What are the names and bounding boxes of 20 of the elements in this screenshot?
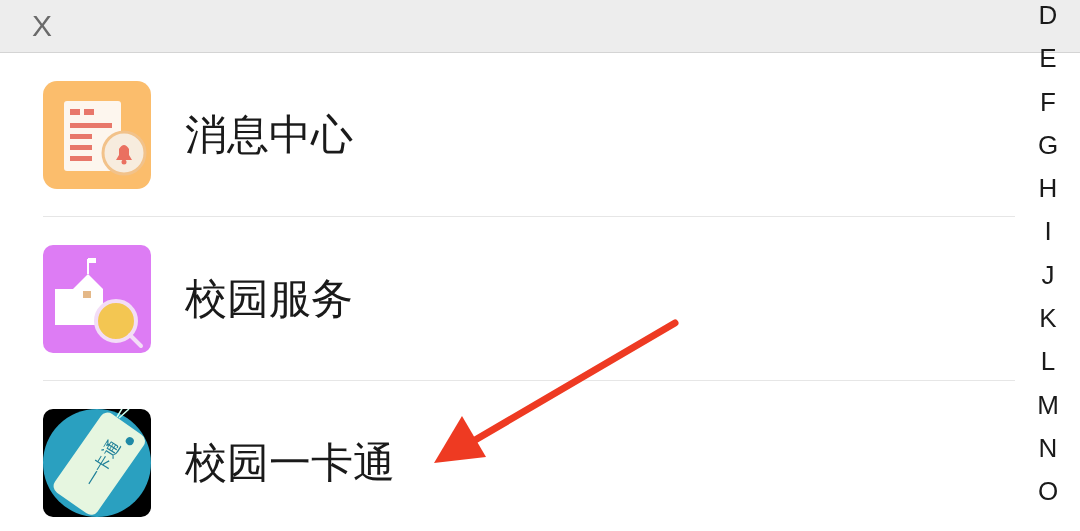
index-letter[interactable]: I xyxy=(1044,210,1052,254)
close-button[interactable]: X xyxy=(30,11,54,41)
index-letter[interactable]: D xyxy=(1038,0,1058,38)
index-letter[interactable]: N xyxy=(1038,426,1058,471)
document-bell-icon xyxy=(43,80,151,189)
index-letter[interactable]: F xyxy=(1040,80,1056,124)
index-letter[interactable]: G xyxy=(1037,123,1059,168)
index-letter[interactable]: E xyxy=(1039,37,1057,81)
index-letter[interactable]: H xyxy=(1038,167,1058,211)
item-label[interactable]: 消息中心 xyxy=(185,113,353,156)
item-label[interactable]: 校园服务 xyxy=(185,277,353,320)
card-label: 一卡通 xyxy=(81,437,124,490)
card-tag-icon xyxy=(43,409,151,517)
index-letter[interactable]: O xyxy=(1037,470,1059,514)
index-letter[interactable]: L xyxy=(1040,340,1056,384)
school-search-icon xyxy=(43,244,151,353)
index-letter[interactable]: J xyxy=(1041,253,1055,298)
index-letter[interactable]: M xyxy=(1037,383,1059,427)
index-letter[interactable]: K xyxy=(1039,297,1057,341)
item-label[interactable]: 校园一卡通 xyxy=(185,442,395,484)
